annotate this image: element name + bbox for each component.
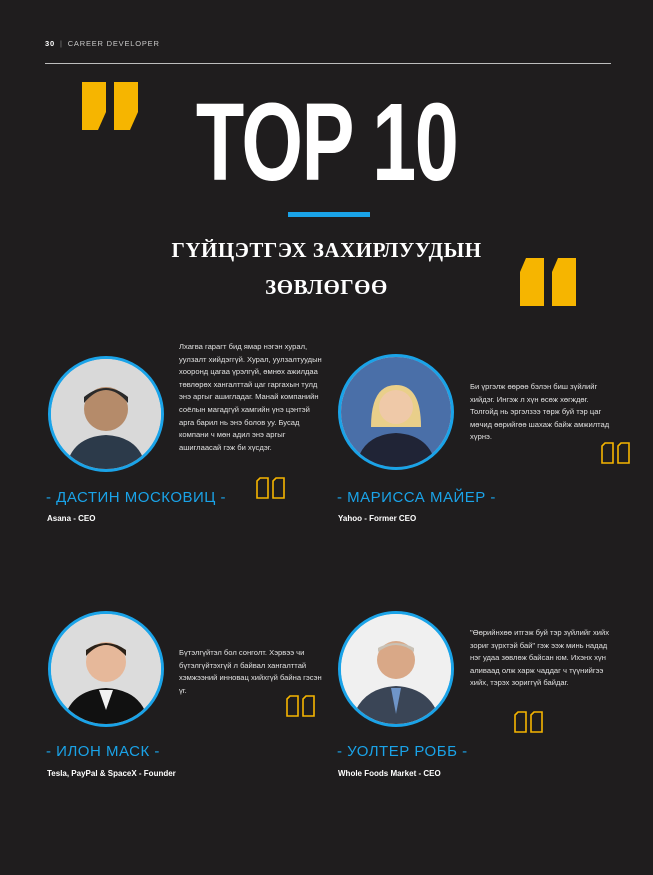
page-title: TOP 10 [195, 81, 459, 204]
quote-mark-icon [601, 442, 630, 464]
profile-name-marissa: - МАРИССА МАЙЕР - [337, 489, 496, 506]
page-header: 30 | CAREER DEVELOPER [45, 39, 160, 48]
profile-photo-marissa [338, 354, 454, 470]
subtitle-line-2: ЗӨВЛӨГӨӨ [265, 275, 388, 299]
profile-role-marissa: Yahoo - Former CEO [338, 514, 417, 523]
quote-mark-icon [286, 695, 315, 717]
profile-quote-dustin: Лхагва гарагт бид ямар нэгэн хурал, уулз… [179, 342, 322, 452]
profile-role-elon: Tesla, PayPal & SpaceX - Founder [47, 769, 176, 778]
quote-mark-icon [256, 477, 285, 499]
subtitle-line-1: ГҮЙЦЭТГЭХ ЗАХИРЛУУДЫН [171, 238, 482, 262]
title-underline [288, 212, 370, 217]
header-separator: | [59, 39, 63, 48]
profile-quote-elon: Бүтэлгүйтэл бол сонголт. Хэрвээ чи бүтэл… [179, 648, 322, 695]
profile-photo-dustin [48, 356, 164, 472]
page-number: 30 [45, 39, 55, 48]
profile-name-dustin: - ДАСТИН МОСКОВИЦ - [46, 489, 227, 506]
section-name: CAREER DEVELOPER [67, 39, 160, 48]
profile-photo-elon [48, 611, 164, 727]
profile-quote-walter: "Өөрийнхөө итгэж буй тэр зүйлийг хийх зо… [470, 628, 610, 688]
profile-photo-walter [338, 611, 454, 727]
profile-name-elon: - ИЛОН МАСК - [46, 743, 160, 760]
profile-quote-marissa: Би үргэлж өөрөө бэлэн биш зүйлийг хийдэг… [470, 382, 610, 442]
header-rule [45, 63, 611, 64]
quote-mark-icon [514, 711, 543, 733]
profile-role-walter: Whole Foods Market - CEO [338, 769, 441, 778]
profile-name-walter: - УОЛТЕР РОББ - [337, 743, 468, 760]
profile-role-dustin: Asana - CEO [47, 514, 96, 523]
